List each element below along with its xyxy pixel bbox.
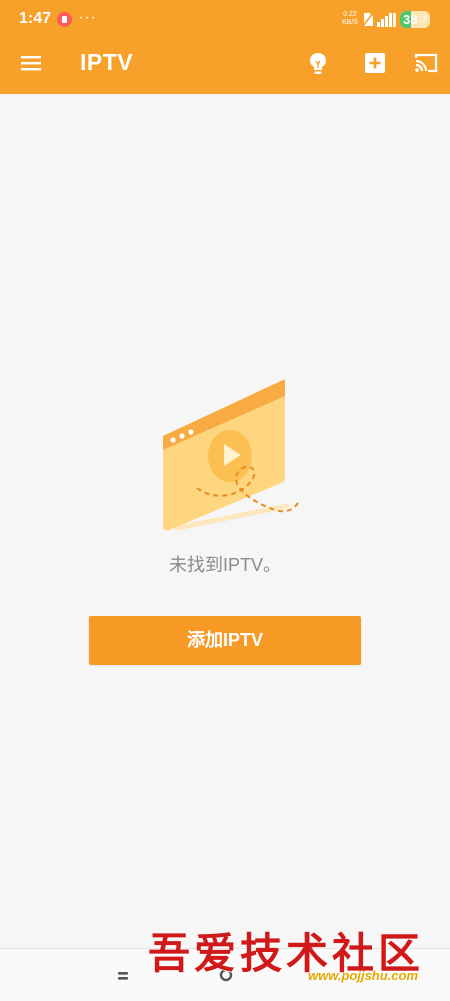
status-bar: 1:47 ··· 0.22 KB/S 38 ⚡ bbox=[0, 0, 450, 40]
video-player-illustration bbox=[163, 379, 300, 531]
lightbulb-icon[interactable] bbox=[304, 49, 332, 77]
add-box-icon[interactable] bbox=[361, 49, 389, 77]
network-speed-unit: KB/S bbox=[342, 19, 358, 26]
page-title: IPTV bbox=[80, 49, 134, 75]
watermark: 吾爱技术社区 www.pojjshu.com bbox=[148, 920, 443, 988]
screen-record-icon bbox=[57, 12, 72, 27]
watermark-url: www.pojjshu.com bbox=[308, 968, 419, 983]
no-sim-icon bbox=[362, 12, 374, 27]
nav-menu-icon[interactable] bbox=[117, 971, 129, 981]
empty-state-message: 未找到IPTV。 bbox=[168, 555, 281, 575]
cast-icon[interactable] bbox=[412, 49, 440, 77]
add-iptv-button[interactable]: 添加IPTV bbox=[89, 616, 361, 665]
charging-icon: ⚡ bbox=[421, 13, 429, 25]
signal-icon bbox=[377, 13, 396, 27]
network-speed-value: 0.22 bbox=[343, 11, 357, 18]
battery-level: 38 bbox=[403, 12, 418, 27]
app-bar: 1:47 ··· 0.22 KB/S 38 ⚡ IPTV bbox=[0, 0, 450, 94]
more-notifications-icon: ··· bbox=[78, 9, 97, 26]
hamburger-menu-icon[interactable] bbox=[18, 50, 44, 76]
battery-indicator: 38 ⚡ bbox=[400, 11, 430, 28]
network-speed: 0.22 KB/S bbox=[340, 11, 360, 27]
status-time: 1:47 bbox=[19, 10, 52, 27]
